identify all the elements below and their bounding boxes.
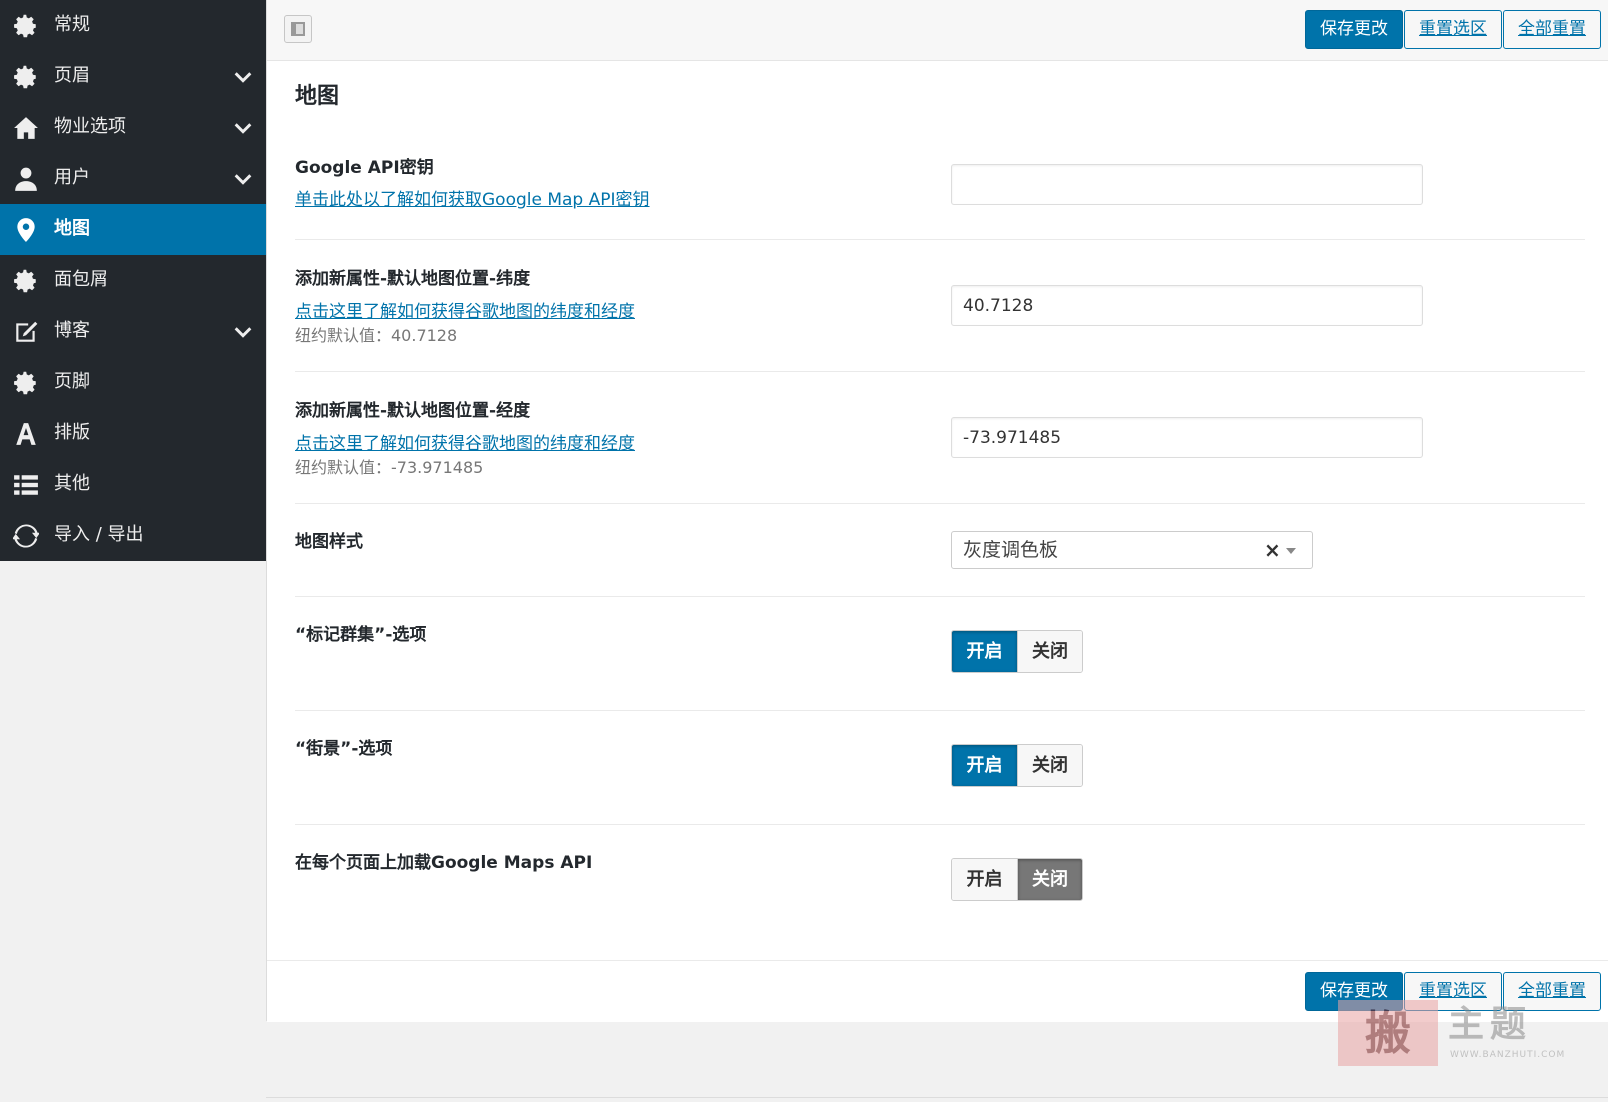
layout-icon: [291, 22, 305, 36]
field-label: “标记群集”-选项: [295, 625, 427, 645]
field-label: “街景”-选项: [295, 739, 393, 759]
sidebar-item-footer[interactable]: 页脚: [0, 357, 266, 408]
field-row-load-api: 在每个页面上加载Google Maps API 开启 关闭: [295, 825, 1585, 945]
clear-icon[interactable]: ×: [1264, 539, 1281, 561]
gear-icon: [12, 12, 40, 40]
reset-section-button[interactable]: 重置选区: [1404, 10, 1502, 49]
latitude-input[interactable]: [951, 285, 1423, 326]
field-row-longitude: 添加新属性-默认地图位置-经度 点击这里了解如何获得谷歌地图的纬度和经度 纽约默…: [295, 372, 1585, 504]
field-label: 添加新属性-默认地图位置-纬度: [295, 269, 531, 289]
sidebar-item-label: 博客: [54, 320, 90, 341]
page-title: 地图: [295, 84, 340, 109]
gear-icon: [12, 267, 40, 295]
chevron-down-icon[interactable]: [232, 321, 254, 343]
layout-toggle-button[interactable]: [284, 15, 312, 43]
sidebar-item-label: 用户: [54, 167, 90, 188]
list-icon: [12, 471, 40, 499]
save-button[interactable]: 保存更改: [1305, 10, 1403, 49]
chevron-down-icon[interactable]: [232, 168, 254, 190]
gear-icon: [12, 369, 40, 397]
field-row-api-key: Google API密钥 单击此处以了解如何获取Google Map API密钥: [295, 140, 1585, 240]
sidebar-item-map[interactable]: 地图: [0, 204, 266, 255]
sidebar-item-label: 面包屑: [54, 269, 108, 290]
longitude-input[interactable]: [951, 417, 1423, 458]
sidebar-item-label: 页脚: [54, 371, 90, 392]
sidebar-item-label: 常规: [54, 14, 90, 35]
toggle-off-button[interactable]: 关闭: [1017, 631, 1082, 672]
top-action-buttons: 保存更改 重置选区 全部重置: [1305, 10, 1601, 49]
sidebar-item-import-export[interactable]: 导入 / 导出: [0, 510, 266, 561]
field-description: 纽约默认值：40.7128: [295, 326, 458, 345]
field-row-street-view: “街景”-选项 开启 关闭: [295, 711, 1585, 825]
watermark-logo: 搬 主题 WWW.BANZHUTI.COM: [1338, 1000, 1568, 1070]
field-label: Google API密钥: [295, 158, 434, 178]
toggle-off-button[interactable]: 关闭: [1017, 859, 1082, 900]
sidebar-item-header[interactable]: 页眉: [0, 51, 266, 102]
select-value: 灰度调色板: [963, 539, 1059, 561]
watermark-url: WWW.BANZHUTI.COM: [1450, 1050, 1566, 1060]
toggle-on-button[interactable]: 开启: [952, 859, 1017, 900]
font-icon: [12, 420, 40, 448]
sidebar-item-label: 地图: [54, 218, 90, 239]
field-row-latitude: 添加新属性-默认地图位置-纬度 点击这里了解如何获得谷歌地图的纬度和经度 纽约默…: [295, 240, 1585, 372]
sidebar-item-property-options[interactable]: 物业选项: [0, 102, 266, 153]
sidebar-nav: 常规 页眉 物业选项 用户 地图 面包屑 博客 页脚 排版 其他 导入 / 导出: [0, 0, 266, 561]
sidebar-item-general[interactable]: 常规: [0, 0, 266, 51]
toggle-off-button[interactable]: 关闭: [1017, 745, 1082, 786]
street-view-toggle: 开启 关闭: [951, 744, 1083, 787]
chevron-down-icon[interactable]: [232, 66, 254, 88]
api-key-help-link[interactable]: 单击此处以了解如何获取Google Map API密钥: [295, 188, 650, 212]
field-label: 在每个页面上加载Google Maps API: [295, 853, 593, 873]
toggle-on-button[interactable]: 开启: [952, 745, 1017, 786]
sidebar-item-label: 导入 / 导出: [54, 524, 144, 545]
home-icon: [12, 114, 40, 142]
gear-icon: [12, 63, 40, 91]
watermark-seal: 搬: [1338, 1000, 1438, 1066]
sidebar-item-label: 其他: [54, 473, 90, 494]
latitude-help-link[interactable]: 点击这里了解如何获得谷歌地图的纬度和经度: [295, 300, 635, 324]
user-icon: [12, 165, 40, 193]
field-label: 地图样式: [295, 532, 363, 552]
options-panel: 保存更改 重置选区 全部重置 地图 Google API密钥 单击此处以了解如何…: [266, 0, 1608, 1022]
sidebar-item-breadcrumbs[interactable]: 面包屑: [0, 255, 266, 306]
refresh-icon: [12, 522, 40, 550]
sidebar-item-blog[interactable]: 博客: [0, 306, 266, 357]
map-style-select[interactable]: 灰度调色板 ×: [951, 531, 1313, 569]
sidebar-item-typography[interactable]: 排版: [0, 408, 266, 459]
map-pin-icon: [12, 216, 40, 244]
toggle-on-button[interactable]: 开启: [952, 631, 1017, 672]
field-row-marker-cluster: “标记群集”-选项 开启 关闭: [295, 597, 1585, 711]
marker-cluster-toggle: 开启 关闭: [951, 630, 1083, 673]
field-row-map-style: 地图样式 灰度调色板 ×: [295, 504, 1585, 597]
sidebar-item-label: 物业选项: [54, 116, 126, 137]
longitude-help-link[interactable]: 点击这里了解如何获得谷歌地图的纬度和经度: [295, 432, 635, 456]
load-api-toggle: 开启 关闭: [951, 858, 1083, 901]
chevron-down-icon[interactable]: [232, 117, 254, 139]
field-description: 纽约默认值：-73.971485: [295, 458, 484, 477]
edit-icon: [12, 318, 40, 346]
sidebar-item-label: 页眉: [54, 65, 90, 86]
watermark-text: 主题: [1448, 1003, 1533, 1045]
divider: [266, 1097, 1608, 1098]
dropdown-arrow-icon[interactable]: [1286, 548, 1296, 554]
top-toolbar: 保存更改 重置选区 全部重置: [267, 0, 1608, 61]
sidebar-item-label: 排版: [54, 422, 90, 443]
field-label: 添加新属性-默认地图位置-经度: [295, 401, 531, 421]
sidebar-item-other[interactable]: 其他: [0, 459, 266, 510]
api-key-input[interactable]: [951, 164, 1423, 205]
sidebar-item-users[interactable]: 用户: [0, 153, 266, 204]
reset-all-button[interactable]: 全部重置: [1503, 10, 1601, 49]
